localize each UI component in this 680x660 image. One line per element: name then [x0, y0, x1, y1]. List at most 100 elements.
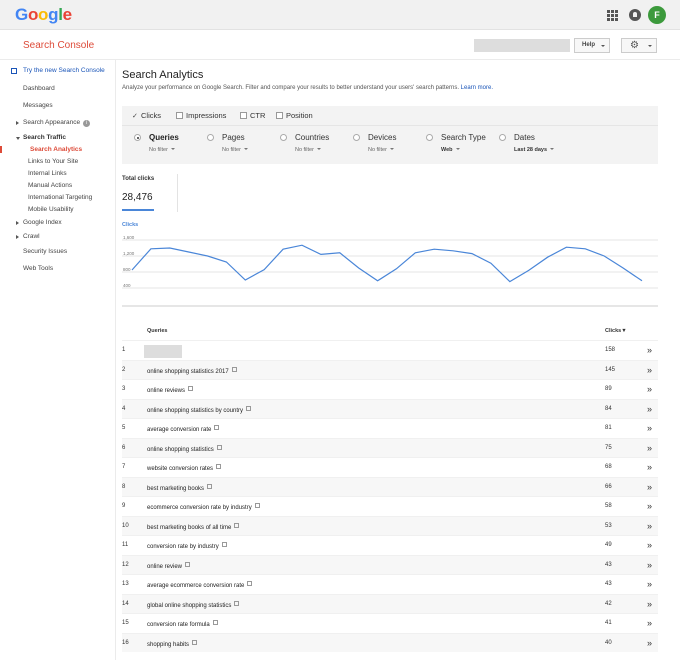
sidebar-item-dashboard[interactable]: Dashboard: [0, 85, 115, 92]
radio-button[interactable]: [353, 134, 360, 141]
radio-button[interactable]: [426, 134, 433, 141]
table-row[interactable]: 2 online shopping statistics 2017 145 »: [122, 359, 658, 379]
open-in-new-icon[interactable]: [207, 483, 213, 489]
radio-button[interactable]: [499, 134, 506, 141]
query-cell[interactable]: conversion rate by industry: [147, 542, 227, 550]
radio-button[interactable]: [280, 134, 287, 141]
table-row[interactable]: 14 global online shopping statistics 42 »: [122, 593, 658, 613]
group-label[interactable]: Queries: [149, 133, 179, 142]
group-label[interactable]: Pages: [222, 133, 245, 142]
checkbox[interactable]: [276, 112, 283, 119]
query-cell[interactable]: average conversion rate: [147, 425, 220, 433]
group-filter-dropdown[interactable]: No filter: [149, 147, 175, 153]
metric-impressions[interactable]: Impressions: [176, 111, 226, 120]
group-filter-dropdown[interactable]: No filter: [222, 147, 248, 153]
open-in-new-icon[interactable]: [221, 542, 227, 547]
open-in-new-icon[interactable]: [192, 639, 198, 645]
metric-ctr[interactable]: CTR: [240, 111, 265, 120]
sidebar-item-international-targeting[interactable]: International Targeting: [0, 194, 115, 201]
row-details-chevron-icon[interactable]: »: [647, 521, 652, 531]
row-details-chevron-icon[interactable]: »: [647, 345, 652, 355]
checkbox[interactable]: [240, 112, 247, 119]
checkbox[interactable]: [176, 112, 183, 119]
row-details-chevron-icon[interactable]: »: [647, 579, 652, 589]
sidebar-item-messages[interactable]: Messages: [0, 102, 115, 109]
sidebar-item-links-to-your-site[interactable]: Links to Your Site: [0, 158, 115, 165]
open-in-new-icon[interactable]: [246, 405, 252, 411]
row-details-chevron-icon[interactable]: »: [647, 384, 652, 394]
row-details-chevron-icon[interactable]: »: [647, 540, 652, 550]
query-cell[interactable]: best marketing books: [147, 483, 213, 492]
settings-button[interactable]: ⚙: [621, 38, 657, 53]
table-row[interactable]: 13 average ecommerce conversion rate 43 »: [122, 574, 658, 594]
open-in-new-icon[interactable]: [188, 386, 194, 391]
property-selector[interactable]: [474, 39, 570, 52]
open-in-new-icon[interactable]: [254, 503, 260, 508]
sidebar-item-google-index[interactable]: Google Index: [0, 219, 115, 226]
metric-position[interactable]: Position: [276, 111, 313, 120]
clicks-series-line[interactable]: [131, 244, 643, 283]
sidebar-item-crawl[interactable]: Crawl: [0, 233, 115, 240]
help-button[interactable]: Help: [574, 38, 610, 53]
group-label[interactable]: Devices: [368, 133, 396, 142]
sidebar-item-web-tools[interactable]: Web Tools: [0, 265, 115, 272]
table-row[interactable]: 8 best marketing books 66 »: [122, 476, 658, 496]
sidebar-item-manual-actions[interactable]: Manual Actions: [0, 182, 115, 189]
radio-button[interactable]: [207, 134, 214, 141]
column-header-clicks[interactable]: Clicks▼: [605, 328, 627, 334]
sidebar-item-search-traffic[interactable]: Search Traffic: [0, 134, 115, 141]
sidebar-item-internal-links[interactable]: Internal Links: [0, 170, 115, 177]
query-cell[interactable]: global online shopping statistics: [147, 600, 240, 609]
table-row[interactable]: 16 shopping habits 40 »: [122, 632, 658, 652]
radio-button[interactable]: [134, 134, 141, 141]
sidebar-item-search-appearance[interactable]: Search Appearance i: [0, 119, 115, 127]
open-in-new-icon[interactable]: [234, 600, 240, 606]
row-details-chevron-icon[interactable]: »: [647, 365, 652, 375]
row-details-chevron-icon[interactable]: »: [647, 443, 652, 453]
query-cell[interactable]: online review: [147, 561, 191, 570]
query-cell[interactable]: online shopping statistics: [147, 444, 222, 453]
table-row[interactable]: 5 average conversion rate 81 »: [122, 418, 658, 438]
learn-more-link[interactable]: Learn more.: [461, 85, 493, 91]
table-row[interactable]: 4 online shopping statistics by country 84…: [122, 398, 658, 418]
query-cell[interactable]: average ecommerce conversion rate: [147, 581, 253, 589]
table-row[interactable]: 12 online review 43 »: [122, 554, 658, 574]
query-cell[interactable]: conversion rate formula: [147, 620, 218, 628]
group-label[interactable]: Search Type: [441, 133, 486, 142]
group-filter-dropdown[interactable]: Web: [441, 147, 460, 153]
notifications-icon[interactable]: [629, 9, 641, 21]
sidebar-item-mobile-usability[interactable]: Mobile Usability: [0, 206, 115, 213]
total-clicks-card[interactable]: Total clicks 28,476: [122, 174, 178, 212]
group-label[interactable]: Countries: [295, 133, 329, 142]
group-filter-dropdown[interactable]: No filter: [368, 147, 394, 153]
open-in-new-icon[interactable]: [212, 620, 218, 625]
row-details-chevron-icon[interactable]: »: [647, 618, 652, 628]
avatar[interactable]: F: [648, 6, 666, 24]
query-cell[interactable]: online shopping statistics 2017: [147, 366, 237, 375]
open-in-new-icon[interactable]: [231, 366, 237, 372]
row-details-chevron-icon[interactable]: »: [647, 599, 652, 609]
group-filter-dropdown[interactable]: No filter: [295, 147, 321, 153]
table-row[interactable]: 3 online reviews 89 »: [122, 379, 658, 399]
column-header-queries[interactable]: Queries: [147, 328, 167, 334]
query-cell[interactable]: online reviews: [147, 386, 194, 394]
group-label[interactable]: Dates: [514, 133, 535, 142]
row-details-chevron-icon[interactable]: »: [647, 560, 652, 570]
google-logo[interactable]: Google: [15, 5, 72, 25]
query-cell[interactable]: website conversion rates: [147, 464, 222, 472]
apps-grid-icon[interactable]: [607, 10, 618, 21]
open-in-new-icon[interactable]: [216, 464, 222, 469]
table-row[interactable]: 10 best marketing books of all time 53 »: [122, 515, 658, 535]
sidebar-item-try-new-search-console[interactable]: Try the new Search Console: [0, 67, 115, 74]
table-row[interactable]: 11 conversion rate by industry 49 »: [122, 535, 658, 555]
metric-clicks[interactable]: ✓ Clicks: [132, 111, 161, 120]
row-details-chevron-icon[interactable]: »: [647, 482, 652, 492]
query-cell[interactable]: best marketing books of all time: [147, 522, 240, 531]
group-filter-dropdown[interactable]: Last 28 days: [514, 147, 555, 153]
row-details-chevron-icon[interactable]: »: [647, 423, 652, 433]
row-details-chevron-icon[interactable]: »: [647, 462, 652, 472]
open-in-new-icon[interactable]: [247, 581, 253, 586]
table-row[interactable]: 15 conversion rate formula 41 »: [122, 613, 658, 633]
row-details-chevron-icon[interactable]: »: [647, 638, 652, 648]
checkmark-icon[interactable]: ✓: [132, 112, 139, 120]
